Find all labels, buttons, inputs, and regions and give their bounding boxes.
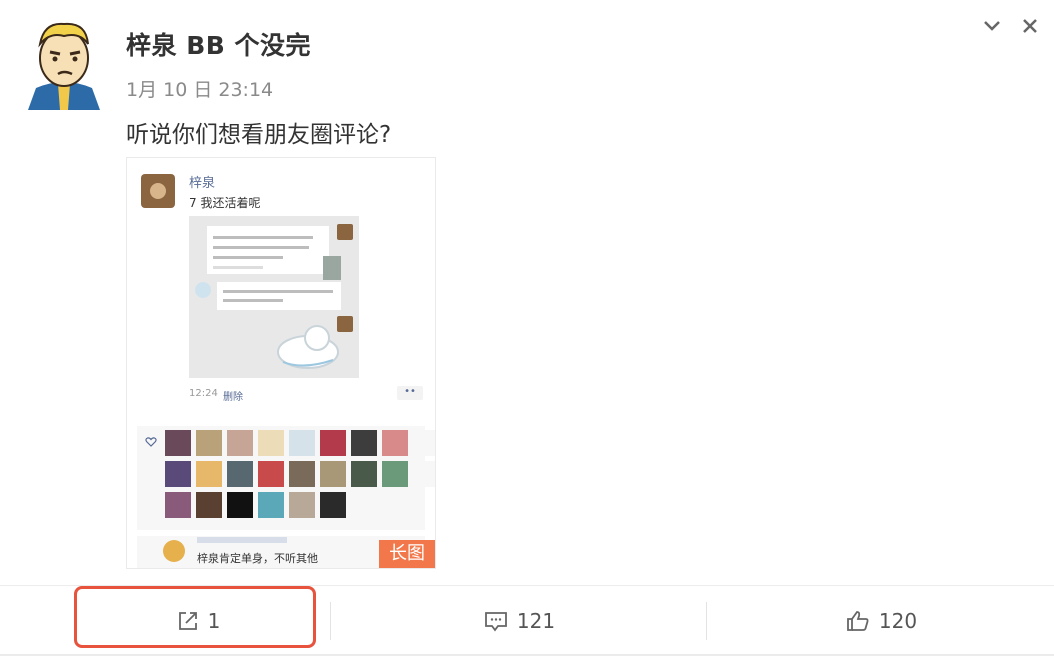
chat-bubble xyxy=(207,226,341,280)
post-long-image[interactable]: 梓泉 7 我还活着呢 12:24 删除 •• 梓泉肯定单身，不听其他 长图 xyxy=(126,157,436,569)
comment-button[interactable]: 121 xyxy=(332,600,706,642)
post-username[interactable]: 梓泉 BB 个没完 xyxy=(126,26,311,62)
post-timestamp[interactable]: 1月 10 日 23:14 xyxy=(126,75,273,102)
close-icon[interactable] xyxy=(1018,14,1042,38)
image-delete-label: 删除 xyxy=(223,392,243,403)
cartoon-avatar-icon xyxy=(22,14,106,110)
liker-avatar xyxy=(165,430,191,456)
chat-bubble xyxy=(217,282,341,310)
liker-avatar xyxy=(227,430,253,456)
action-separator xyxy=(706,602,707,640)
liker-avatar xyxy=(165,492,191,518)
long-image-badge: 长图 xyxy=(379,540,435,568)
image-likes-area xyxy=(137,426,435,530)
sticker-icon xyxy=(277,325,339,369)
liker-avatar xyxy=(227,461,253,487)
chat-avatar xyxy=(337,224,353,240)
user-avatar[interactable] xyxy=(22,14,106,110)
action-separator xyxy=(330,602,331,640)
share-icon xyxy=(178,612,197,630)
thumbs-up-icon xyxy=(847,611,869,631)
commenter-avatar xyxy=(163,540,185,562)
share-button[interactable]: 1 xyxy=(78,600,318,642)
liker-avatar xyxy=(413,430,435,456)
liker-avatar xyxy=(413,461,435,487)
liker-avatar-grid xyxy=(165,430,435,518)
liker-avatar xyxy=(227,492,253,518)
liker-avatar xyxy=(289,461,315,487)
chevron-down-icon[interactable] xyxy=(980,14,1004,38)
liker-avatar xyxy=(382,461,408,487)
liker-avatar xyxy=(289,430,315,456)
image-time: 12:24 xyxy=(189,388,218,399)
liker-avatar xyxy=(320,461,346,487)
commenter-name-blur xyxy=(197,537,287,543)
liker-avatar xyxy=(258,492,284,518)
liker-avatar xyxy=(320,492,346,518)
image-username: 梓泉 xyxy=(189,176,216,191)
chat-avatar xyxy=(195,282,211,298)
liker-avatar xyxy=(320,430,346,456)
photo-thumbnail xyxy=(323,256,341,280)
comment-count: 121 xyxy=(516,609,556,633)
image-comment-text: 梓泉肯定单身，不听其他 xyxy=(197,552,318,565)
liker-avatar xyxy=(196,430,222,456)
image-more-dots: •• xyxy=(397,386,423,400)
liker-avatar xyxy=(165,461,191,487)
action-bar-divider xyxy=(0,585,1054,586)
liker-avatar xyxy=(351,430,377,456)
heart-icon xyxy=(145,437,157,447)
liker-avatar xyxy=(289,492,315,518)
like-count: 120 xyxy=(878,609,918,633)
image-avatar xyxy=(141,174,175,208)
share-count: 1 xyxy=(207,609,221,633)
post-controls xyxy=(980,14,1042,38)
liker-avatar xyxy=(258,461,284,487)
liker-avatar xyxy=(196,492,222,518)
liker-avatar xyxy=(196,461,222,487)
comment-icon xyxy=(485,612,507,632)
like-button[interactable]: 120 xyxy=(708,600,1054,642)
post-text: 听说你们想看朋友圈评论? xyxy=(126,122,392,148)
liker-avatar xyxy=(351,461,377,487)
liker-avatar xyxy=(382,430,408,456)
image-chat-screenshot xyxy=(189,216,359,378)
image-post-text: 7 我还活着呢 xyxy=(189,196,261,210)
liker-avatar xyxy=(258,430,284,456)
